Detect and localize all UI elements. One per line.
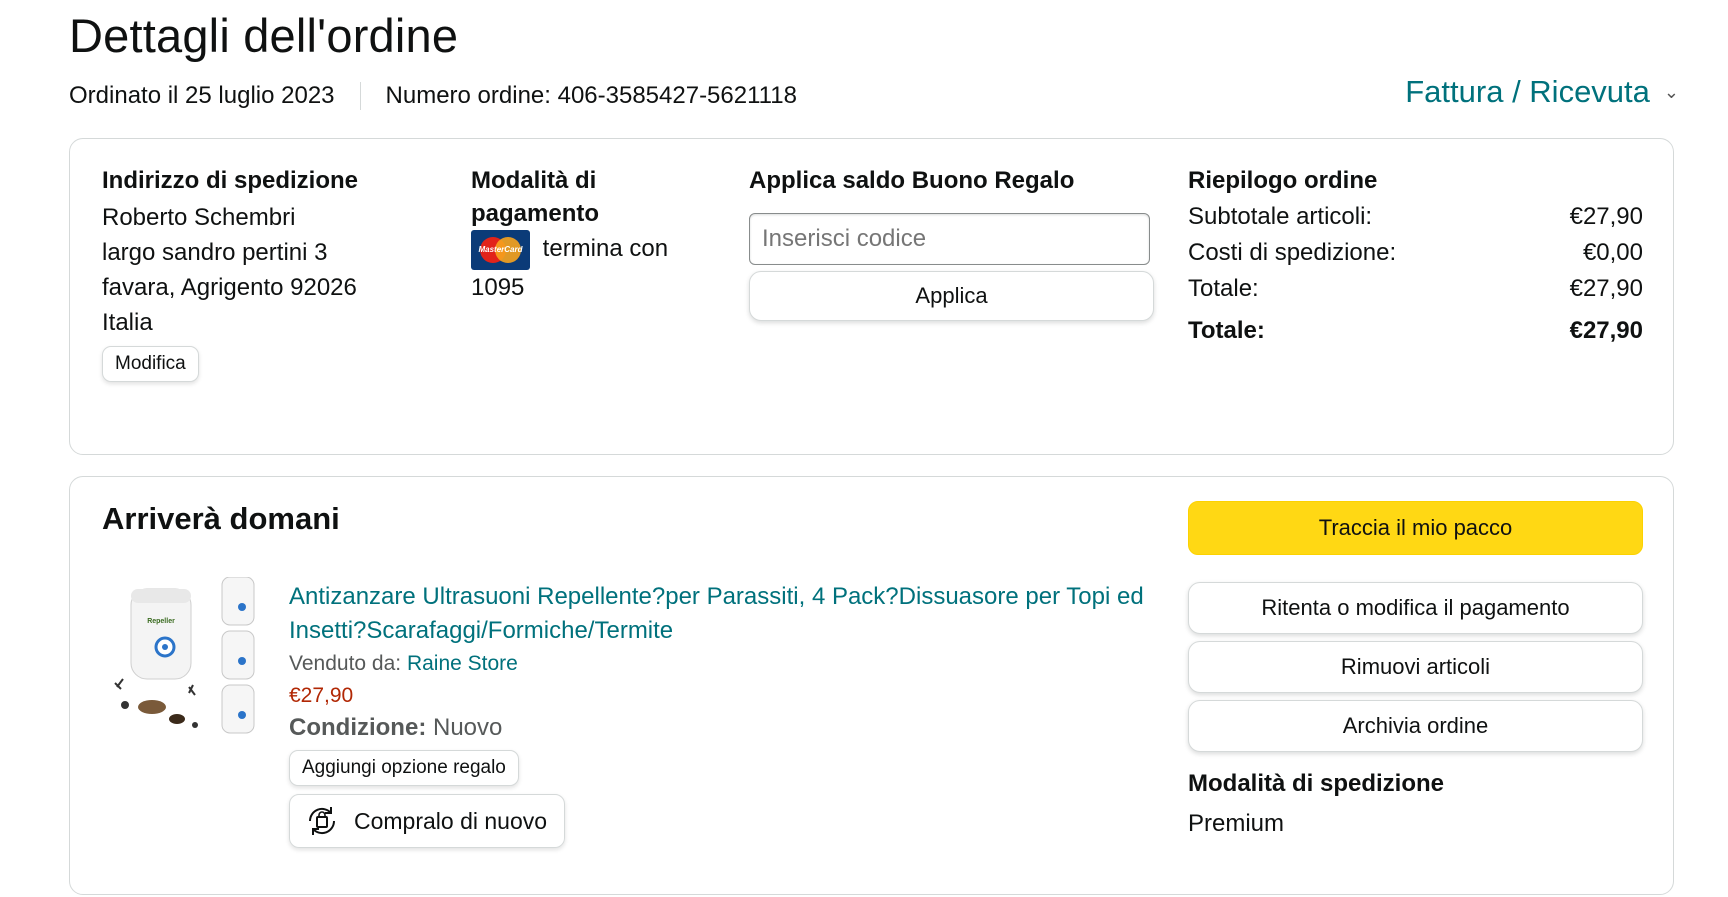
invoice-dropdown[interactable]: Fattura / Ricevuta ⌄	[1405, 74, 1679, 110]
buy-again-icon	[308, 807, 336, 835]
archive-order-button[interactable]: Archivia ordine	[1188, 700, 1643, 752]
retry-payment-button[interactable]: Ritenta o modifica il pagamento	[1188, 582, 1643, 634]
shipment-actions: Traccia il mio pacco Ritenta o modifica …	[1188, 501, 1643, 841]
payment-method: MasterCard termina con	[471, 229, 701, 270]
product-price: €27,90	[289, 684, 354, 707]
gift-heading: Applica saldo Buono Regalo	[749, 167, 1075, 194]
order-meta: Ordinato il 25 luglio 2023 Numero ordine…	[69, 82, 797, 110]
card-last-digits: 1095	[471, 273, 525, 301]
buy-again-button[interactable]: Compralo di nuovo	[289, 794, 566, 848]
payment-section: Modalità di pagamento MasterCard termina…	[471, 163, 701, 305]
gift-card-section: Applica saldo Buono Regalo Applica	[749, 163, 1154, 321]
card-ends-with: termina con	[542, 235, 669, 262]
mastercard-icon: MasterCard	[471, 229, 530, 270]
summary-row: Subtotale articoli: €27,90	[1188, 203, 1643, 230]
summary-row: Costi di spedizione: €0,00	[1188, 239, 1643, 266]
address-line: favara, Agrigento 92026	[102, 274, 357, 301]
condition-value: Nuovo	[432, 714, 503, 741]
summary-heading: Riepilogo ordine	[1188, 167, 1378, 194]
order-date: Ordinato il 25 luglio 2023	[69, 82, 335, 109]
invoice-link[interactable]: Fattura / Ricevuta	[1405, 74, 1650, 110]
shipping-method-heading: Modalità di spedizione	[1188, 770, 1445, 797]
product-details: Antizanzare Ultrasuoni Repellente?per Pa…	[289, 580, 1149, 848]
edit-address-button[interactable]: Modifica	[102, 346, 199, 382]
shipping-address-section: Indirizzo di spedizione Roberto Schembri…	[102, 163, 432, 382]
gift-code-input[interactable]	[749, 213, 1150, 265]
payment-heading-line2: pagamento	[471, 200, 600, 227]
track-package-button[interactable]: Traccia il mio pacco	[1188, 501, 1643, 555]
address-line: Italia	[102, 309, 153, 336]
svg-text:Repeller: Repeller	[147, 618, 175, 625]
page-title: Dettagli dell'ordine	[69, 9, 459, 62]
address-line: largo sandro pertini 3	[102, 239, 328, 266]
product-condition: Condizione: Nuovo	[289, 714, 1149, 742]
product-image[interactable]: Repeller	[107, 577, 267, 737]
shipping-heading: Indirizzo di spedizione	[102, 167, 359, 194]
grand-total-row: Totale: €27,90	[1188, 317, 1643, 344]
shipping-method-value: Premium	[1188, 810, 1285, 837]
order-summary-section: Riepilogo ordine Subtotale articoli: €27,…	[1188, 163, 1643, 349]
order-number: Numero ordine: 406-3585427-5621118	[385, 82, 797, 109]
order-info-card: Indirizzo di spedizione Roberto Schembri…	[69, 138, 1674, 455]
address-line: Roberto Schembri	[102, 204, 296, 231]
buy-again-label: Compralo di nuovo	[354, 807, 548, 834]
delivery-status-heading: Arriverà domani	[102, 501, 340, 536]
sold-by-label: Venduto da:	[289, 652, 407, 675]
product-title-link[interactable]: Antizanzare Ultrasuoni Repellente?per Pa…	[289, 580, 1149, 648]
summary-row: Totale: €27,90	[1188, 275, 1643, 302]
payment-heading-line1: Modalità di	[471, 167, 597, 194]
address-block: Roberto Schembri largo sandro pertini 3 …	[102, 200, 432, 340]
chevron-down-icon: ⌄	[1663, 81, 1679, 102]
seller-link[interactable]: Raine Store	[407, 652, 518, 675]
shipment-card: Arriverà domani Repeller Antizanzare Ult…	[69, 476, 1674, 895]
divider	[359, 82, 361, 110]
seller-info: Venduto da: Raine Store	[289, 652, 1149, 676]
remove-items-button[interactable]: Rimuovi articoli	[1188, 641, 1643, 693]
condition-label: Condizione:	[289, 714, 427, 741]
add-gift-option-button[interactable]: Aggiungi opzione regalo	[289, 750, 519, 786]
apply-gift-button[interactable]: Applica	[749, 271, 1154, 321]
